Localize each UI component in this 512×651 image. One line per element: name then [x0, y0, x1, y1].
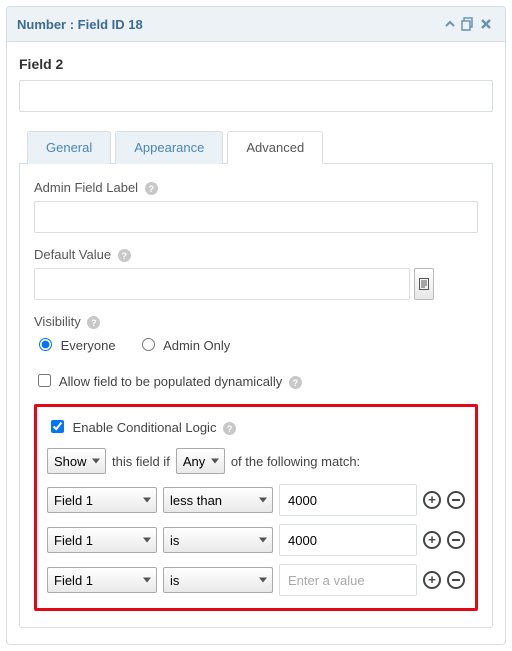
merge-tags-button[interactable] [414, 268, 434, 300]
rule-field-select[interactable]: Field 1 [47, 487, 157, 513]
conditional-rule: Field 1 is [47, 524, 465, 556]
admin-field-label-lbl: Admin Field Label ? [34, 180, 478, 195]
allow-dynamic-row: Allow field to be populated dynamically … [34, 371, 478, 390]
default-value-lbl: Default Value ? [34, 247, 478, 262]
tab-appearance[interactable]: Appearance [115, 131, 223, 164]
conditional-rule: Field 1 less than [47, 484, 465, 516]
tab-advanced[interactable]: Advanced [227, 131, 323, 164]
allow-dynamic-option[interactable]: Allow field to be populated dynamically … [34, 374, 302, 389]
help-icon[interactable]: ? [87, 316, 100, 329]
add-rule-button[interactable] [423, 491, 441, 509]
add-rule-button[interactable] [423, 531, 441, 549]
admin-field-label-input[interactable] [34, 201, 478, 233]
conditional-rule: Field 1 is [47, 564, 465, 596]
admin-field-label-text: Admin Field Label [34, 180, 138, 195]
action-select-wrap: Show [47, 448, 106, 474]
tabs: General Appearance Advanced [19, 130, 493, 164]
field-title: Field 2 [19, 56, 493, 72]
rule-value-input[interactable] [279, 564, 417, 596]
duplicate-icon[interactable] [459, 15, 477, 33]
collapse-icon[interactable] [441, 15, 459, 33]
enable-conditional-checkbox[interactable] [51, 420, 64, 433]
rule-operator-select[interactable]: is [163, 527, 273, 553]
match-select[interactable]: Any [176, 448, 225, 474]
enable-conditional-row: Enable Conditional Logic ? [47, 417, 465, 436]
sentence-text-1: this field if [112, 454, 170, 469]
remove-rule-button[interactable] [447, 531, 465, 549]
rule-value-input[interactable] [279, 524, 417, 556]
rule-value-input[interactable] [279, 484, 417, 516]
default-value-row: Default Value ? [34, 247, 478, 300]
conditional-sentence: Show this field if Any of the following … [47, 448, 465, 474]
rule-operator-select[interactable]: is [163, 567, 273, 593]
visibility-lbl: Visibility ? [34, 314, 478, 329]
field-settings-panel: Number : Field ID 18 Field 2 General App… [6, 6, 506, 645]
default-value-input[interactable] [34, 268, 410, 300]
action-select[interactable]: Show [47, 448, 106, 474]
allow-dynamic-checkbox[interactable] [38, 374, 51, 387]
remove-rule-button[interactable] [447, 491, 465, 509]
panel-title: Number : Field ID 18 [17, 17, 441, 32]
rule-field-select[interactable]: Field 1 [47, 567, 157, 593]
help-icon[interactable]: ? [145, 182, 158, 195]
sentence-text-2: of the following match: [231, 454, 360, 469]
add-rule-button[interactable] [423, 571, 441, 589]
help-icon[interactable]: ? [289, 376, 302, 389]
match-select-wrap: Any [176, 448, 225, 474]
visibility-everyone-radio[interactable] [39, 338, 52, 351]
enable-conditional-label: Enable Conditional Logic [73, 420, 217, 435]
visibility-text: Visibility [34, 314, 81, 329]
visibility-everyone-label: Everyone [61, 338, 116, 353]
allow-dynamic-label: Allow field to be populated dynamically [59, 374, 282, 389]
tab-content-advanced: Admin Field Label ? Default Value ? [19, 164, 493, 628]
admin-field-label-row: Admin Field Label ? [34, 180, 478, 233]
panel-body: Field 2 General Appearance Advanced Admi… [7, 42, 505, 644]
enable-conditional-option[interactable]: Enable Conditional Logic ? [47, 420, 236, 435]
visibility-admin-radio[interactable] [142, 338, 155, 351]
visibility-admin-label: Admin Only [163, 338, 230, 353]
visibility-row: Visibility ? Everyone Admin Only [34, 314, 478, 353]
tab-general[interactable]: General [27, 131, 111, 164]
remove-rule-button[interactable] [447, 571, 465, 589]
help-icon[interactable]: ? [223, 422, 236, 435]
visibility-everyone-option[interactable]: Everyone [34, 338, 119, 353]
field-label-input[interactable] [19, 80, 493, 112]
default-value-text: Default Value [34, 247, 111, 262]
conditional-logic-box: Enable Conditional Logic ? Show this fie… [34, 404, 478, 611]
help-icon[interactable]: ? [118, 249, 131, 262]
visibility-admin-option[interactable]: Admin Only [137, 338, 230, 353]
panel-header: Number : Field ID 18 [7, 7, 505, 42]
rule-field-select[interactable]: Field 1 [47, 527, 157, 553]
rule-operator-select[interactable]: less than [163, 487, 273, 513]
close-icon[interactable] [477, 15, 495, 33]
